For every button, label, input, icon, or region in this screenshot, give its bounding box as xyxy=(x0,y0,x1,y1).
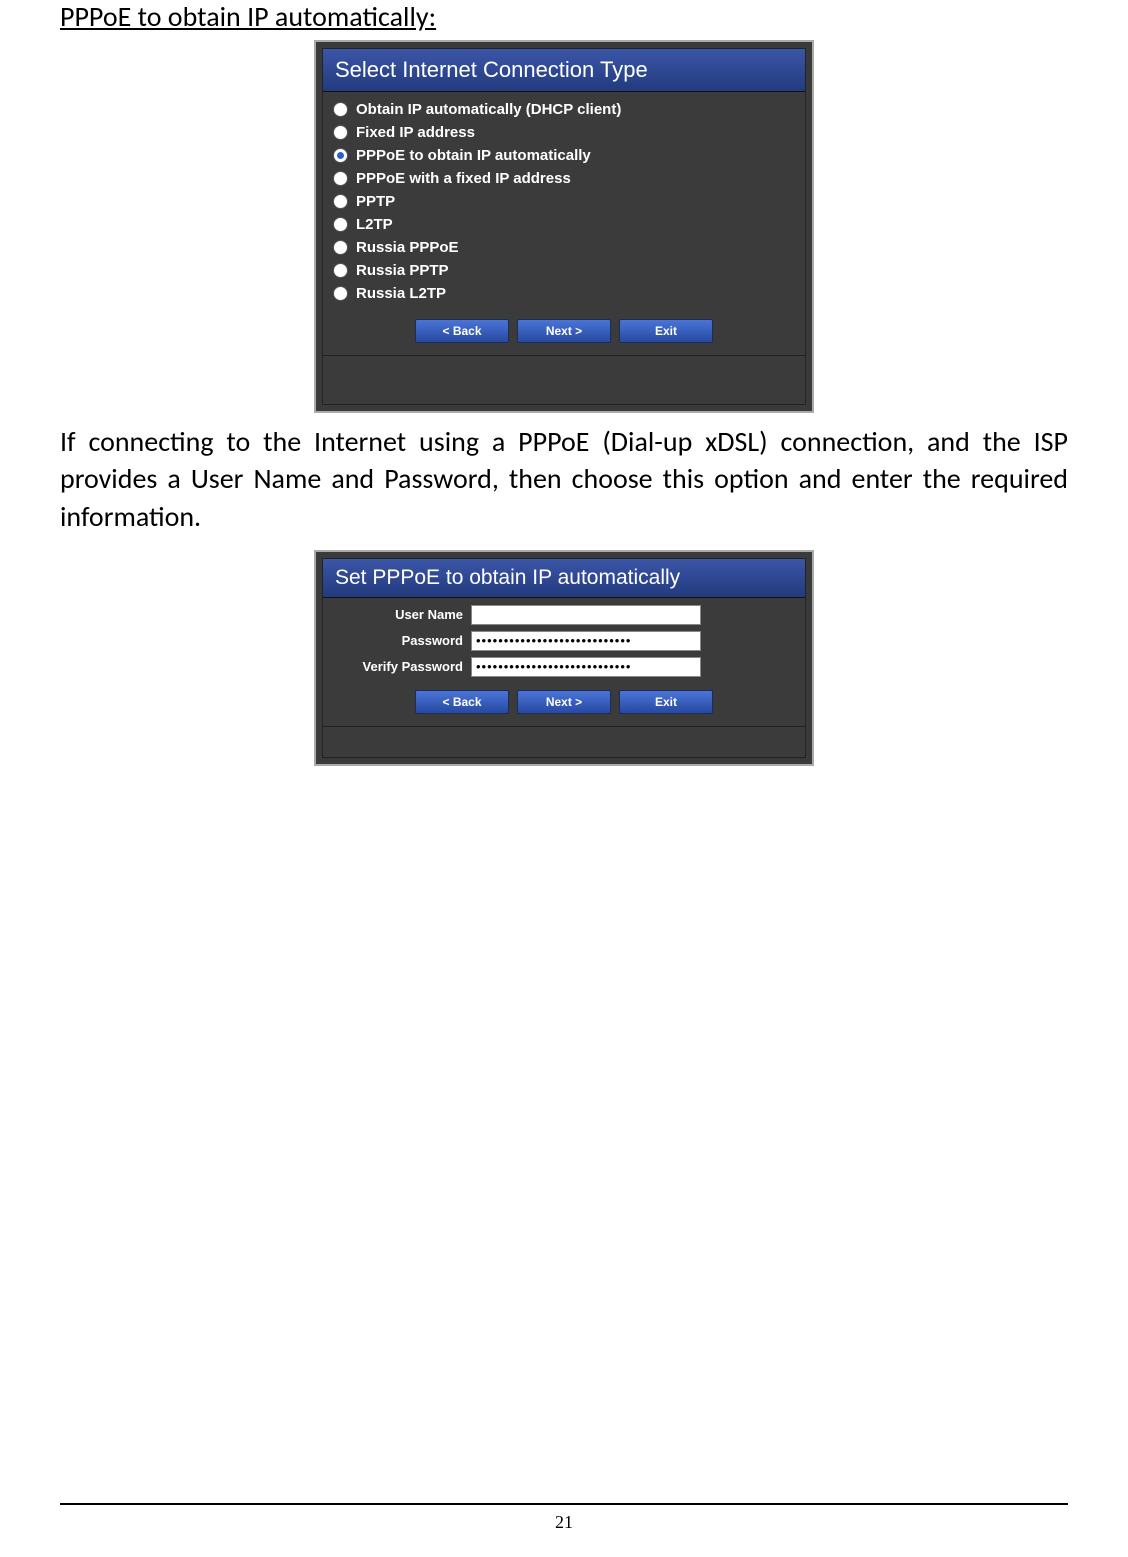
username-input[interactable] xyxy=(471,605,701,625)
radio-label: PPPoE with a fixed IP address xyxy=(356,170,571,187)
form-row-password: Password xyxy=(333,628,795,654)
username-label: User Name xyxy=(333,607,471,622)
radio-icon xyxy=(333,286,348,301)
dialog-footer-spacer xyxy=(323,355,805,404)
exit-button[interactable]: Exit xyxy=(619,319,713,343)
dialog-inner: Set PPPoE to obtain IP automatically Use… xyxy=(322,558,806,758)
verify-password-label: Verify Password xyxy=(333,659,471,674)
radio-label: Fixed IP address xyxy=(356,124,475,141)
radio-icon xyxy=(333,240,348,255)
radio-option-dhcp[interactable]: Obtain IP automatically (DHCP client) xyxy=(333,98,795,121)
form-area: User Name Password Verify Password xyxy=(323,598,805,680)
radio-label: Russia PPTP xyxy=(356,262,449,279)
radio-label: Obtain IP automatically (DHCP client) xyxy=(356,101,621,118)
radio-label: PPPoE to obtain IP automatically xyxy=(356,147,591,164)
radio-icon xyxy=(333,148,348,163)
password-input[interactable] xyxy=(471,631,701,651)
radio-option-russia-pppoe[interactable]: Russia PPPoE xyxy=(333,236,795,259)
radio-group-connection-type: Obtain IP automatically (DHCP client) Fi… xyxy=(323,92,805,309)
section-heading: PPPoE to obtain IP automatically: xyxy=(60,0,1068,34)
radio-option-pppoe-fixed[interactable]: PPPoE with a fixed IP address xyxy=(333,167,795,190)
radio-option-pptp[interactable]: PPTP xyxy=(333,190,795,213)
dialog-set-pppoe: Set PPPoE to obtain IP automatically Use… xyxy=(314,550,814,766)
radio-option-russia-pptp[interactable]: Russia PPTP xyxy=(333,259,795,282)
next-button[interactable]: Next > xyxy=(517,690,611,714)
form-row-username: User Name xyxy=(333,602,795,628)
radio-label: Russia L2TP xyxy=(356,285,446,302)
back-button[interactable]: < Back xyxy=(415,690,509,714)
radio-label: PPTP xyxy=(356,193,395,210)
radio-icon xyxy=(333,102,348,117)
back-button[interactable]: < Back xyxy=(415,319,509,343)
verify-password-input[interactable] xyxy=(471,657,701,677)
radio-icon xyxy=(333,217,348,232)
dialog-inner: Select Internet Connection Type Obtain I… xyxy=(322,48,806,405)
radio-icon xyxy=(333,263,348,278)
radio-icon xyxy=(333,194,348,209)
radio-label: L2TP xyxy=(356,216,393,233)
radio-option-pppoe-auto[interactable]: PPPoE to obtain IP automatically xyxy=(333,144,795,167)
radio-option-russia-l2tp[interactable]: Russia L2TP xyxy=(333,282,795,305)
radio-icon xyxy=(333,171,348,186)
radio-option-fixed-ip[interactable]: Fixed IP address xyxy=(333,121,795,144)
dialog-title: Set PPPoE to obtain IP automatically xyxy=(323,559,805,598)
body-paragraph: If connecting to the Internet using a PP… xyxy=(60,423,1068,536)
exit-button[interactable]: Exit xyxy=(619,690,713,714)
dialog-footer-spacer xyxy=(323,726,805,757)
next-button[interactable]: Next > xyxy=(517,319,611,343)
radio-label: Russia PPPoE xyxy=(356,239,459,256)
document-page: PPPoE to obtain IP automatically: Select… xyxy=(0,0,1128,1557)
password-label: Password xyxy=(333,633,471,648)
form-row-verify-password: Verify Password xyxy=(333,654,795,680)
dialog-button-row: < Back Next > Exit xyxy=(323,309,805,355)
dialog-title: Select Internet Connection Type xyxy=(323,49,805,92)
page-number: 21 xyxy=(0,1512,1128,1533)
radio-icon xyxy=(333,125,348,140)
dialog-select-connection-type: Select Internet Connection Type Obtain I… xyxy=(314,40,814,413)
dialog-button-row: < Back Next > Exit xyxy=(323,680,805,726)
radio-option-l2tp[interactable]: L2TP xyxy=(333,213,795,236)
page-footer-rule xyxy=(60,1503,1068,1505)
